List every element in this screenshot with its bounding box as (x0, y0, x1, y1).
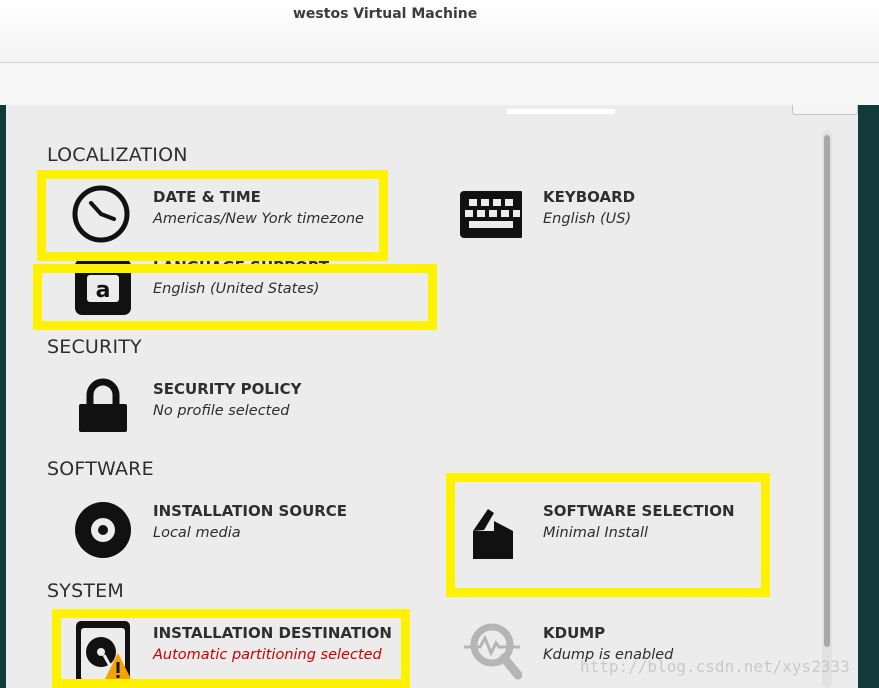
category-localization: LOCALIZATION (47, 144, 188, 166)
guest-desktop-edge-right (858, 105, 879, 688)
installation-summary-panel: LOCALIZATION SECURITY SOFTWARE SYSTEM DA… (6, 105, 858, 688)
spoke-name: SECURITY POLICY (153, 380, 302, 398)
scrollbar-thumb[interactable] (824, 135, 830, 647)
kdump-search-icon (460, 619, 523, 681)
category-system: SYSTEM (47, 580, 124, 602)
spoke-status: No profile selected (153, 403, 290, 419)
spoke-security-policy[interactable]: SECURITY POLICY No profile selected (70, 375, 400, 435)
disc-icon (70, 497, 132, 559)
help-button[interactable] (792, 105, 858, 115)
clock-icon (70, 183, 132, 245)
package-icon (460, 497, 522, 562)
harddisk-warning-icon (70, 619, 132, 685)
spoke-name: LANGUAGE SUPPORT (153, 258, 329, 276)
keyboard-icon (460, 183, 524, 245)
spoke-name: SOFTWARE SELECTION (543, 502, 735, 520)
spoke-status: Minimal Install (543, 525, 649, 541)
category-software: SOFTWARE (47, 458, 154, 480)
category-security: SECURITY (47, 336, 142, 358)
spoke-status: English (United States) (153, 281, 320, 297)
spoke-installation-destination[interactable]: INSTALLATION DESTINATION Automatic parti… (70, 619, 400, 685)
spoke-name: KEYBOARD (543, 188, 636, 206)
host-toolbar (0, 63, 879, 105)
lock-icon (70, 375, 132, 437)
window-title: westos Virtual Machine (293, 6, 478, 22)
spoke-status: Americas/New York timezone (153, 211, 364, 227)
spoke-status: Local media (153, 525, 241, 541)
spoke-status: English (US) (543, 211, 632, 227)
spoke-name: INSTALLATION DESTINATION (153, 624, 392, 642)
language-indicator-underline (507, 109, 615, 114)
language-icon: a (70, 253, 132, 315)
watermark-text: http://blog.csdn.net/xys2333 (580, 657, 850, 676)
window-titlebar: westos Virtual Machine (0, 0, 879, 63)
spoke-date-time[interactable]: DATE & TIME Americas/New York timezone (70, 183, 400, 243)
spoke-name: KDUMP (543, 624, 606, 642)
spoke-installation-source[interactable]: INSTALLATION SOURCE Local media (70, 497, 400, 559)
spoke-status-warning: Automatic partitioning selected (153, 647, 382, 663)
svg-text:a: a (96, 278, 111, 303)
spoke-name: DATE & TIME (153, 188, 261, 206)
spoke-software-selection[interactable]: SOFTWARE SELECTION Minimal Install (460, 497, 790, 562)
spoke-language-support[interactable]: a LANGUAGE SUPPORT English (United State… (70, 253, 400, 315)
spoke-name: INSTALLATION SOURCE (153, 502, 348, 520)
spoke-keyboard[interactable]: KEYBOARD English (US) (460, 183, 790, 243)
